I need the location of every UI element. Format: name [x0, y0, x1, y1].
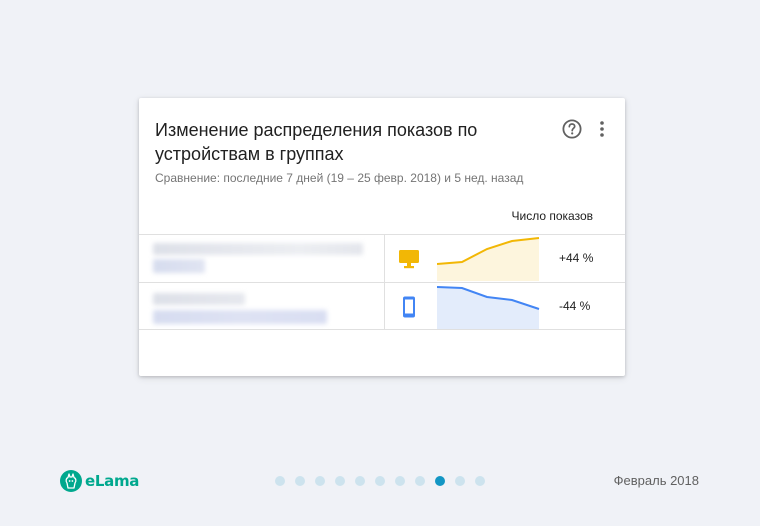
brand-name: eLama	[85, 472, 140, 490]
pagination-dot[interactable]	[475, 476, 485, 486]
pagination-dot[interactable]	[415, 476, 425, 486]
pagination-dot[interactable]	[375, 476, 385, 486]
pagination-dot[interactable]	[335, 476, 345, 486]
help-icon[interactable]	[562, 119, 582, 139]
sparkline-desktop	[437, 237, 540, 281]
card-subtitle: Сравнение: последние 7 дней (19 – 25 фев…	[155, 171, 524, 185]
footer-date: Февраль 2018	[613, 473, 699, 488]
mobile-icon	[403, 296, 415, 318]
llama-icon	[60, 470, 82, 492]
more-vert-icon[interactable]	[597, 120, 607, 138]
device-distribution-card: Изменение распределения показов по устро…	[139, 98, 625, 376]
change-percent: +44 %	[559, 251, 594, 265]
card-title: Изменение распределения показов по устро…	[155, 120, 478, 164]
pagination-dot[interactable]	[275, 476, 285, 486]
pagination-dot[interactable]	[295, 476, 305, 486]
impressions-column-header[interactable]: Число показов	[512, 209, 594, 223]
pagination-dot[interactable]	[395, 476, 405, 486]
redacted-group-name	[153, 293, 245, 305]
sparkline-mobile	[437, 286, 540, 329]
pagination-dot[interactable]	[315, 476, 325, 486]
redacted-group-detail	[153, 259, 205, 273]
slide-pagination	[275, 476, 495, 486]
redacted-group-detail	[153, 310, 327, 324]
pagination-dot[interactable]	[435, 476, 445, 486]
pagination-dot[interactable]	[355, 476, 365, 486]
table-row: -44 %	[139, 282, 625, 330]
desktop-icon	[399, 250, 419, 269]
brand-logo: eLama	[60, 470, 139, 492]
redacted-group-name	[153, 243, 363, 255]
table-row: +44 %	[139, 234, 625, 282]
pagination-dot[interactable]	[455, 476, 465, 486]
change-percent: -44 %	[559, 299, 591, 313]
